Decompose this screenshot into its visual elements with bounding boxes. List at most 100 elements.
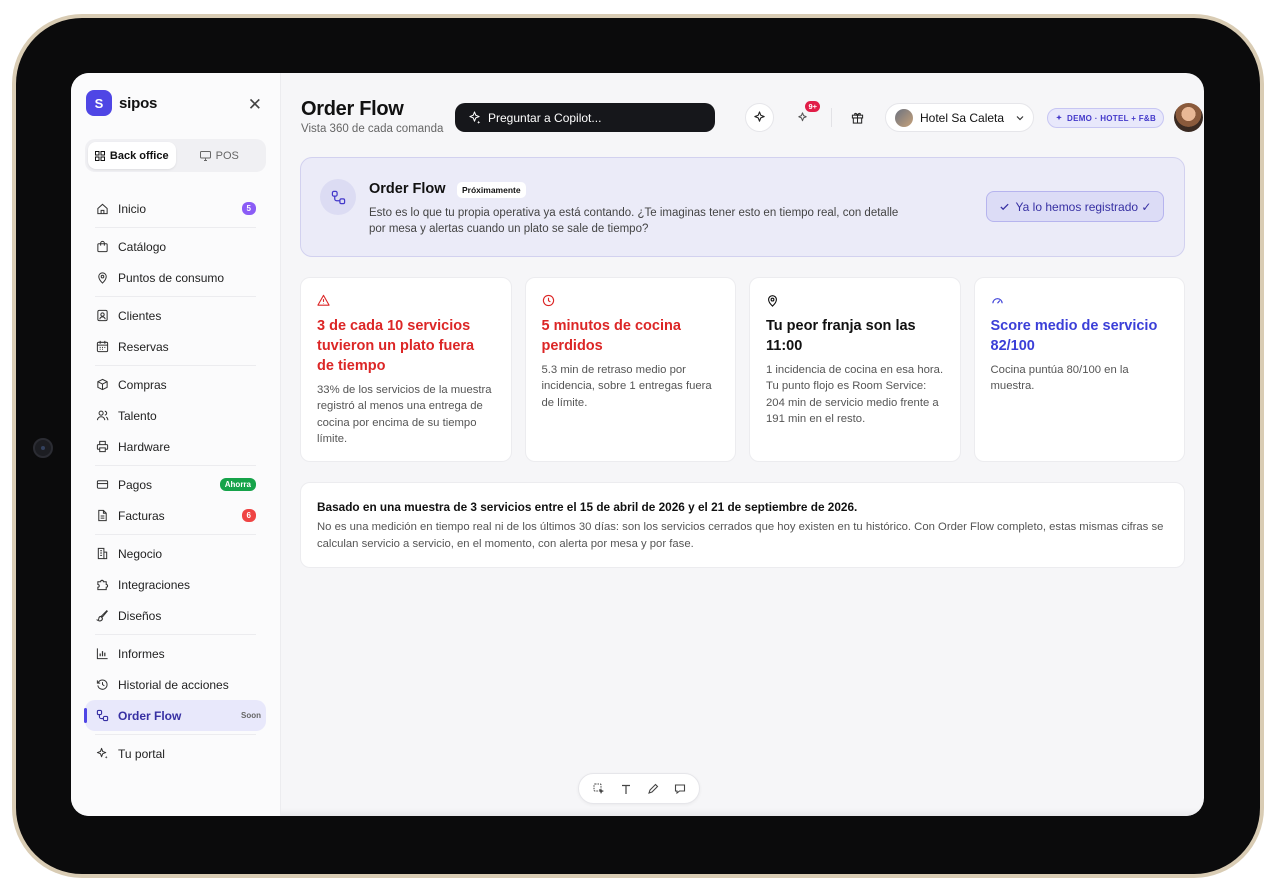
sidebar: S sipos ✕ Back office POS Inicio 5 Catálog… (71, 73, 281, 816)
pen-tool-icon[interactable] (645, 781, 661, 797)
divider (831, 108, 832, 127)
back-office-tab[interactable]: Back office (88, 142, 176, 169)
copilot-search[interactable]: Preguntar a Copilot... (455, 103, 715, 132)
topbar: Order Flow Vista 360 de cada comanda Pre… (300, 73, 1203, 157)
sidebar-item-label: Hardware (118, 439, 171, 454)
nav-badge: Ahorra (219, 478, 256, 491)
nav-group: Inicio 5 (95, 190, 256, 228)
gift-button[interactable] (843, 103, 872, 132)
sidebar-item-negocio[interactable]: Negocio (95, 538, 256, 569)
sidebar-item-label: Compras (118, 377, 167, 392)
nav-group: Clientes Reservas (95, 297, 256, 366)
page-title: Order Flow (301, 98, 404, 120)
order-flow-banner: Order Flow Próximamente Esto es lo que t… (300, 157, 1185, 257)
nav-group: Catálogo Puntos de consumo (95, 228, 256, 297)
copilot-label: Preguntar a Copilot... (488, 110, 602, 125)
banner-title: Order Flow (369, 181, 446, 197)
sparkle-icon (798, 112, 807, 122)
sidebar-item-reservas[interactable]: Reservas (95, 331, 256, 362)
printer-icon (95, 440, 109, 454)
sidebar-item-talento[interactable]: Talento (95, 400, 256, 431)
sidebar-item-integraciones[interactable]: Integraciones (95, 569, 256, 600)
sidebar-item-order-flow[interactable]: Order Flow Soon (84, 700, 266, 731)
demo-label: DEMO · HOTEL + F&B (1067, 113, 1157, 123)
ai-button[interactable] (745, 103, 774, 132)
brush-icon (95, 609, 109, 623)
sidebar-item-label: Tu portal (118, 746, 165, 761)
card-description: Cocina puntúa 80/100 en la muestra. (990, 364, 1129, 393)
users-icon (95, 409, 109, 423)
mode-switch: Back office POS (85, 139, 266, 172)
sidebar-item-label: Catálogo (118, 239, 167, 254)
hotel-name: Hotel Sa Caleta (920, 110, 1005, 125)
sparkle-icon (1056, 114, 1062, 121)
close-icon[interactable]: ✕ (248, 95, 262, 115)
sidebar-item-tu-portal[interactable]: Tu portal (95, 738, 256, 769)
main-content: Order Flow Vista 360 de cada comanda Pre… (281, 73, 1204, 816)
sidebar-item-diseños[interactable]: Diseños (95, 600, 256, 631)
bag-icon (95, 240, 109, 254)
pos-tab[interactable]: POS (176, 142, 264, 169)
card-description: 33% de los servicios de la muestra regis… (317, 384, 492, 445)
sidebar-item-label: Negocio (118, 546, 163, 561)
sidebar-item-label: Clientes (118, 308, 162, 323)
sparkle-icon (754, 111, 765, 122)
select-tool-icon[interactable] (591, 781, 607, 797)
building-icon (95, 547, 109, 561)
page-subtitle: Vista 360 de cada comanda (301, 123, 444, 135)
chevron-down-icon (1016, 115, 1024, 120)
sidebar-item-historial-de-acciones[interactable]: Historial de acciones (95, 669, 256, 700)
warning-icon (317, 293, 331, 307)
sidebar-item-catálogo[interactable]: Catálogo (95, 231, 256, 262)
sidebar-item-label: Integraciones (118, 577, 191, 592)
hotel-selector[interactable]: Hotel Sa Caleta (885, 103, 1034, 132)
sidebar-item-compras[interactable]: Compras (95, 369, 256, 400)
gift-icon (851, 112, 864, 124)
calendar-icon (95, 340, 109, 354)
card-description: 5.3 min de retraso medio por incidencia,… (541, 364, 712, 409)
check-icon (999, 203, 1009, 211)
user-avatar[interactable] (1174, 103, 1203, 132)
flow-icon (95, 709, 109, 723)
clock-icon (542, 293, 556, 307)
card-title: 3 de cada 10 servicios tuvieron un plato… (317, 318, 475, 374)
sidebar-item-label: Pagos (118, 477, 153, 492)
chart-icon (95, 647, 109, 661)
grid-icon (94, 150, 105, 161)
brand-name: sipos (119, 94, 158, 112)
nav-badge: 5 (241, 202, 256, 215)
sidebar-item-clientes[interactable]: Clientes (95, 300, 256, 331)
sidebar-item-label: Diseños (118, 608, 162, 623)
insight-card: Score medio de servicio 82/100 Cocina pun… (973, 277, 1185, 462)
card-description: 1 incidencia de cocina en esa hora. Tu p… (766, 364, 944, 425)
sidebar-item-label: Puntos de consumo (118, 270, 225, 285)
insight-card: Tu peor franja son las 11:00 1 incidencia… (749, 277, 961, 462)
sidebar-item-informes[interactable]: Informes (95, 638, 256, 669)
file-icon (95, 509, 109, 523)
text-tool-icon[interactable] (618, 781, 634, 797)
note-text: No es una medición en tiempo real ni de … (317, 521, 1164, 550)
notifications-button[interactable]: 9+ (788, 101, 820, 132)
sidebar-item-label: Facturas (118, 508, 165, 523)
front-camera (33, 438, 53, 458)
sidebar-item-facturas[interactable]: Facturas 6 (95, 500, 256, 531)
nav-group: Informes Historial de acciones Order Flow S… (84, 635, 266, 735)
registered-label: Ya lo hemos registrado ✓ (1015, 199, 1152, 214)
history-icon (95, 678, 109, 692)
sidebar-item-label: Reservas (118, 339, 169, 354)
pin-icon (95, 271, 109, 285)
sidebar-item-label: Talento (118, 408, 157, 423)
nav-group: Compras Talento Hardware (95, 366, 256, 466)
app-screen: S sipos ✕ Back office POS Inicio 5 Catálog… (71, 73, 1204, 816)
sidebar-item-hardware[interactable]: Hardware (95, 431, 256, 462)
registered-button[interactable]: Ya lo hemos registrado ✓ (986, 191, 1164, 222)
sidebar-item-puntos-de-consumo[interactable]: Puntos de consumo (95, 262, 256, 293)
coming-soon-tag: Próximamente (457, 182, 526, 198)
sidebar-item-pagos[interactable]: Pagos Ahorra (95, 469, 256, 500)
sidebar-item-label: Inicio (118, 201, 147, 216)
comment-tool-icon[interactable] (672, 781, 688, 797)
brand-logo[interactable]: S (86, 90, 112, 116)
sample-note: Basado en una muestra de 3 servicios ent… (300, 482, 1185, 568)
sidebar-item-inicio[interactable]: Inicio 5 (95, 193, 256, 224)
sidebar-nav: Inicio 5 Catálogo Puntos de consumo Clientes… (84, 190, 266, 772)
